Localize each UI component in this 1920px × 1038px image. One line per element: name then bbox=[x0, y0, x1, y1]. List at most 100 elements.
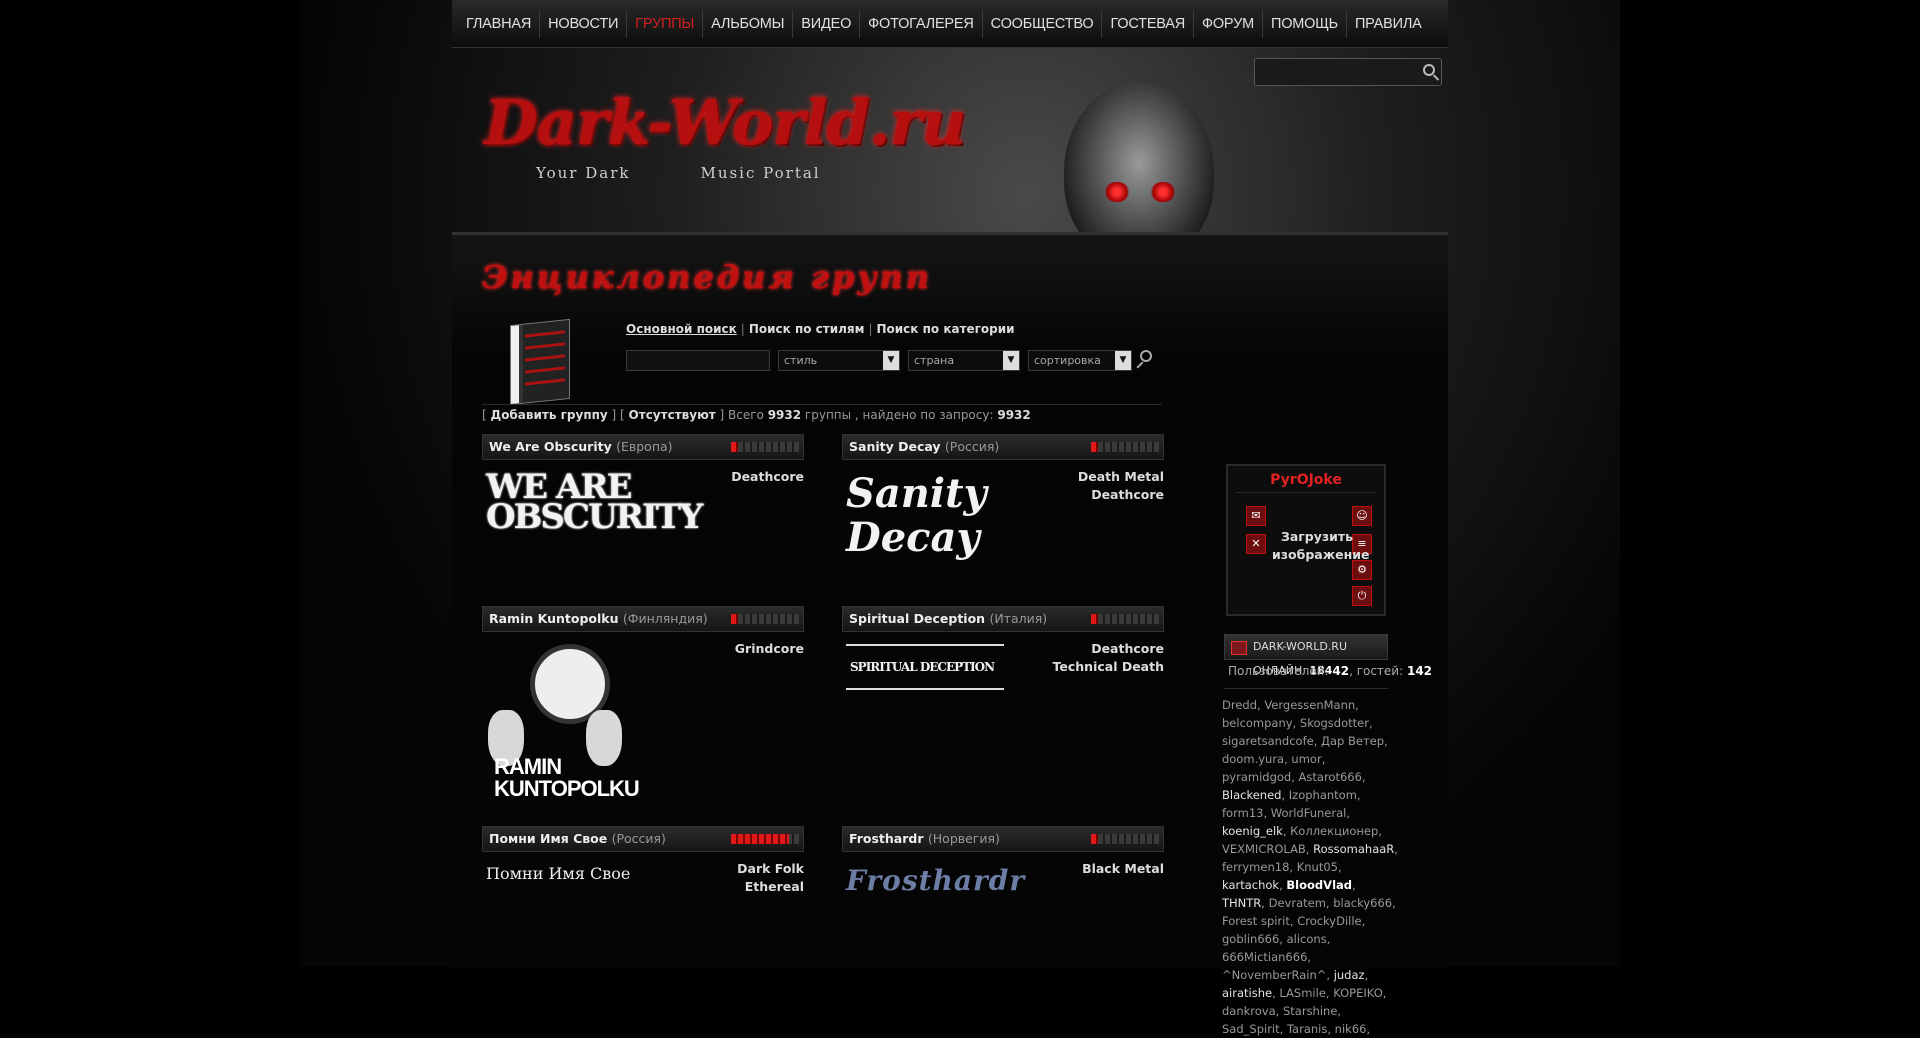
online-user-link[interactable]: THNTR bbox=[1222, 896, 1261, 910]
online-user-link[interactable]: nik66 bbox=[1335, 1022, 1367, 1036]
band-name-link[interactable]: Spiritual Deception bbox=[849, 611, 985, 626]
power-icon[interactable]: ⏻ bbox=[1352, 586, 1372, 606]
online-user-link[interactable]: ^NovemberRain^ bbox=[1222, 968, 1326, 982]
online-user-link[interactable]: Skogsdotter bbox=[1300, 716, 1369, 730]
site-logo[interactable]: Dark-World.ru bbox=[484, 86, 966, 159]
band-name-link[interactable]: Ramin Kuntopolku bbox=[489, 611, 618, 626]
genre-link[interactable]: Ethereal bbox=[737, 878, 804, 896]
band-genres: Grindcore bbox=[735, 640, 804, 658]
nav-item[interactable]: ВИДЕО bbox=[793, 9, 861, 38]
online-user-link[interactable]: LASmile bbox=[1279, 986, 1326, 1000]
online-user-link[interactable]: 666Mictian666 bbox=[1222, 950, 1307, 964]
missing-groups-link[interactable]: Отсутствуют bbox=[629, 408, 716, 422]
online-user-link[interactable]: Devratem bbox=[1269, 896, 1326, 910]
band-genres: Deathcore Technical Death bbox=[1053, 640, 1164, 676]
online-user-link[interactable]: BloodVlad bbox=[1286, 878, 1352, 892]
nav-item[interactable]: ГЛАВНАЯ bbox=[458, 9, 541, 38]
band-name-input[interactable] bbox=[626, 350, 770, 371]
online-user-link[interactable]: ferrymen18 bbox=[1222, 860, 1289, 874]
band-name-link[interactable]: Помни Имя Свое bbox=[489, 831, 607, 846]
country-select[interactable]: страна ▼ bbox=[908, 350, 1020, 371]
online-user-link[interactable]: form13 bbox=[1222, 806, 1263, 820]
online-user-link[interactable]: Starshine bbox=[1283, 1004, 1337, 1018]
online-user-link[interactable]: dankrova bbox=[1222, 1004, 1276, 1018]
style-select[interactable]: стиль ▼ bbox=[778, 350, 900, 371]
online-user-link[interactable]: kartachok bbox=[1222, 878, 1279, 892]
username[interactable]: PyrOJoke bbox=[1236, 472, 1376, 493]
online-user-link[interactable]: alicons bbox=[1287, 932, 1327, 946]
online-user-link[interactable]: WorldFuneral bbox=[1271, 806, 1347, 820]
genre-link[interactable]: Deathcore bbox=[1053, 640, 1164, 658]
online-user-link[interactable]: Blackened bbox=[1222, 788, 1281, 802]
tab-category-search[interactable]: Поиск по категории bbox=[876, 322, 1014, 336]
online-user-link[interactable]: doom.yura bbox=[1222, 752, 1284, 766]
nav-item[interactable]: ФОТОГАЛЕРЕЯ bbox=[860, 9, 983, 38]
band-logo-image[interactable]: Помни Имя Свое bbox=[486, 864, 630, 883]
band-logo-image[interactable]: Frosthardr bbox=[846, 864, 1025, 897]
online-user-link[interactable]: VEXMICROLAB bbox=[1222, 842, 1306, 856]
online-user-link[interactable]: Forest spirit bbox=[1222, 914, 1290, 928]
online-user-link[interactable]: Taranis bbox=[1287, 1022, 1327, 1036]
band-logo-image[interactable]: WE ARE OBSCURITY bbox=[486, 470, 703, 534]
genre-link[interactable]: Dark Folk bbox=[737, 860, 804, 878]
online-user-link[interactable]: sigaretsandcofe bbox=[1222, 734, 1314, 748]
online-user-link[interactable]: KOPEIKO bbox=[1333, 986, 1383, 1000]
online-user-link[interactable]: Коллекционер bbox=[1290, 824, 1378, 838]
genre-link[interactable]: Grindcore bbox=[735, 640, 804, 658]
online-user-link[interactable]: VergessenMann bbox=[1264, 698, 1355, 712]
band-card: Frosthardr (Норвегия) Black Metal Frosthar… bbox=[842, 826, 1164, 966]
genre-link[interactable]: Deathcore bbox=[731, 468, 804, 486]
online-user-link[interactable]: judaz bbox=[1334, 968, 1365, 982]
nav-item[interactable]: НОВОСТИ bbox=[540, 9, 628, 38]
search-submit-icon[interactable] bbox=[1140, 350, 1152, 362]
online-user-link[interactable]: pyramidgod bbox=[1222, 770, 1291, 784]
main-navigation: ГЛАВНАЯ НОВОСТИ ГРУППЫ АЛЬБОМЫ ВИДЕО ФОТОГАЛЕ… bbox=[452, 0, 1448, 48]
band-logo-image[interactable]: Sanity Decay bbox=[846, 472, 1016, 560]
nav-item[interactable]: ПОМОЩЬ bbox=[1263, 9, 1347, 38]
band-name-link[interactable]: Frosthardr bbox=[849, 831, 924, 846]
online-user-link[interactable]: Knut05 bbox=[1297, 860, 1338, 874]
band-name-link[interactable]: Sanity Decay bbox=[849, 439, 941, 454]
online-user-link[interactable]: Sad_Spirit bbox=[1222, 1022, 1280, 1036]
online-user-link[interactable]: koenig_elk bbox=[1222, 824, 1283, 838]
band-logo-image[interactable]: SPIRITUAL DECEPTION bbox=[846, 644, 1004, 690]
messages-icon[interactable]: ✉ bbox=[1246, 506, 1266, 526]
genre-link[interactable]: Death Metal bbox=[1078, 468, 1164, 486]
online-user-link[interactable]: airatishe bbox=[1222, 986, 1272, 1000]
online-user-link[interactable]: Dredd bbox=[1222, 698, 1257, 712]
online-user-link[interactable]: Astarot666 bbox=[1299, 770, 1362, 784]
nav-item[interactable]: ГОСТЕВАЯ bbox=[1102, 9, 1195, 38]
profile-icon[interactable]: ☺ bbox=[1352, 506, 1372, 526]
online-user-link[interactable]: Izophantom bbox=[1289, 788, 1357, 802]
tab-basic-search[interactable]: Основной поиск bbox=[626, 322, 737, 336]
online-user-link[interactable]: CrockyDille bbox=[1297, 914, 1361, 928]
chevron-down-icon: ▼ bbox=[883, 351, 899, 370]
band-rating-bar bbox=[1091, 834, 1159, 844]
online-user-link[interactable]: Дар Ветер bbox=[1321, 734, 1384, 748]
online-user-link[interactable]: blacky666 bbox=[1333, 896, 1392, 910]
search-icon[interactable] bbox=[1423, 64, 1435, 76]
genre-link[interactable]: Deathcore bbox=[1078, 486, 1164, 504]
band-logo-image[interactable]: RAMIN KUNTOPOLKU bbox=[486, 644, 640, 804]
band-rating-bar bbox=[731, 614, 799, 624]
nav-item[interactable]: АЛЬБОМЫ bbox=[703, 9, 794, 38]
nav-item[interactable]: ГРУППЫ bbox=[627, 9, 704, 38]
upload-image-button[interactable]: Загрузить изображение bbox=[1272, 528, 1370, 564]
sort-select[interactable]: сортировка ▼ bbox=[1028, 350, 1132, 371]
site-search-input[interactable] bbox=[1254, 58, 1442, 86]
band-card: Помни Имя Свое (Россия) Dark Folk Ethereal… bbox=[482, 826, 804, 966]
close-icon[interactable]: ✕ bbox=[1246, 534, 1266, 554]
online-user-link[interactable]: goblin666 bbox=[1222, 932, 1279, 946]
nav-item[interactable]: ФОРУМ bbox=[1194, 9, 1263, 38]
online-user-link[interactable]: umor bbox=[1291, 752, 1321, 766]
band-name-link[interactable]: We Are Obscurity bbox=[489, 439, 612, 454]
nav-item[interactable]: ПРАВИЛА bbox=[1347, 10, 1430, 38]
online-user-link[interactable]: belcompany bbox=[1222, 716, 1293, 730]
genre-link[interactable]: Black Metal bbox=[1082, 860, 1164, 878]
online-user-link[interactable]: RossomahaaR bbox=[1313, 842, 1394, 856]
tab-style-search[interactable]: Поиск по стилям bbox=[749, 322, 865, 336]
online-user-list: Dredd, VergessenMann, belcompany, Skogsd… bbox=[1222, 698, 1398, 1036]
genre-link[interactable]: Technical Death bbox=[1053, 658, 1164, 676]
add-group-link[interactable]: Добавить группу bbox=[491, 408, 608, 422]
nav-item[interactable]: СООБЩЕСТВО bbox=[983, 9, 1103, 38]
